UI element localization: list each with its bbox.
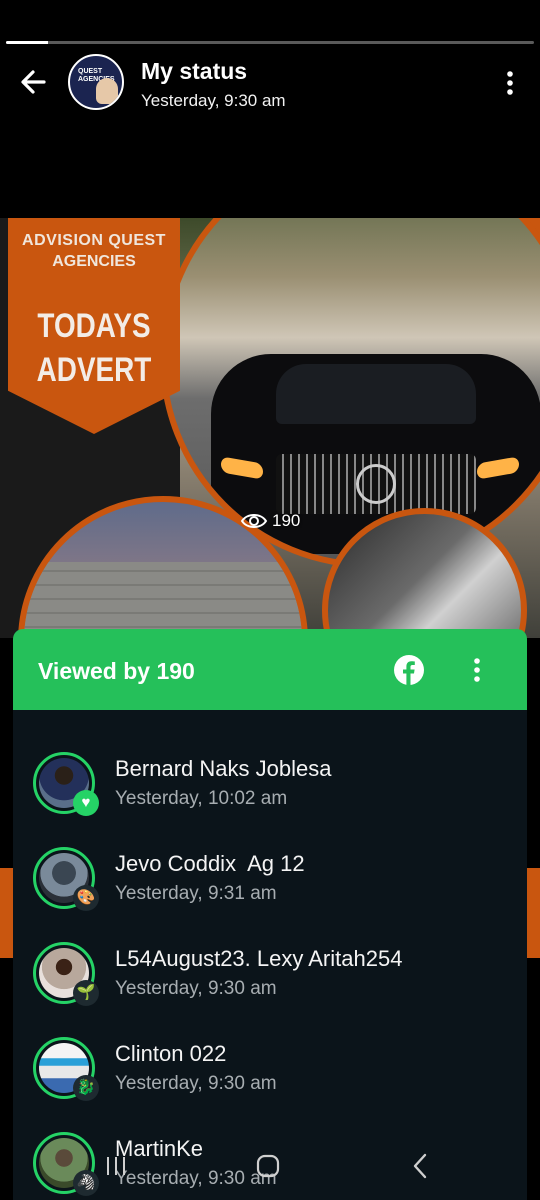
more-vertical-icon[interactable] (469, 655, 485, 685)
viewer-item[interactable]: 🎨 Jevo Coddix Ag 12 Yesterday, 9:31 am (13, 835, 527, 925)
viewer-time: Yesterday, 9:31 am (115, 883, 277, 904)
avatar-person (96, 78, 118, 104)
status-progress-bar (6, 41, 534, 44)
viewers-list[interactable]: ♥ Bernard Naks Joblesa Yesterday, 10:02 … (13, 710, 527, 1200)
viewed-by-title: Viewed by 190 (38, 658, 195, 684)
banner-company-line2: AGENCIES (52, 253, 136, 270)
advert-banner: ADVISION QUEST AGENCIES TODAYS ADVERT (8, 218, 180, 434)
arrow-left-icon[interactable] (14, 62, 54, 102)
viewer-time: Yesterday, 10:02 am (115, 788, 288, 809)
home-icon[interactable] (256, 1154, 280, 1178)
views-overlay[interactable]: 190 (240, 510, 300, 532)
status-timestamp: Yesterday, 9:30 am (141, 91, 286, 110)
viewed-by-header[interactable]: Viewed by 190 (13, 629, 527, 710)
car-logo (356, 464, 396, 504)
seedling-icon: 🌱 (73, 980, 99, 1006)
nav-back-icon[interactable] (410, 1152, 430, 1180)
page-title: My status (141, 58, 248, 84)
orange-side-accent-right (526, 868, 540, 958)
recent-apps-icon[interactable] (104, 1154, 128, 1178)
building-wall (24, 562, 302, 638)
viewer-time: Yesterday, 9:30 am (115, 978, 277, 999)
status-progress-fill (6, 41, 49, 44)
viewer-name: Clinton 022 (115, 1041, 227, 1066)
palette-icon: 🎨 (73, 885, 99, 911)
heart-icon: ♥ (73, 790, 99, 816)
dragon-icon: 🐉 (73, 1075, 99, 1101)
banner-company-line1: ADVISION QUEST (22, 232, 166, 249)
more-vertical-icon[interactable] (500, 68, 520, 98)
views-count: 190 (272, 511, 301, 530)
viewer-time: Yesterday, 9:30 am (115, 1073, 277, 1094)
banner-title-line1: TODAYS (37, 307, 151, 345)
status-header: QUEST AGENCIES My status Yesterday, 9:30 … (0, 48, 540, 120)
viewer-name: L54August23. Lexy Aritah254 (115, 946, 403, 971)
viewer-item[interactable]: 🌱 L54August23. Lexy Aritah254 Yesterday,… (13, 930, 527, 1020)
viewer-name: Jevo Coddix Ag 12 (115, 851, 305, 876)
viewer-name: Bernard Naks Joblesa (115, 756, 332, 781)
facebook-icon[interactable] (393, 654, 425, 686)
banner-title-line2: ADVERT (36, 351, 152, 389)
system-navigation-bar (0, 1130, 540, 1200)
viewer-item[interactable]: ♥ Bernard Naks Joblesa Yesterday, 10:02 … (13, 740, 527, 830)
status-image[interactable]: ADVISION QUEST AGENCIES TODAYS ADVERT 19… (0, 218, 540, 638)
orange-side-accent-left (0, 868, 14, 958)
business-logo-avatar[interactable]: QUEST AGENCIES (68, 54, 124, 110)
car-windshield (276, 364, 476, 424)
eye-icon (240, 514, 268, 528)
viewer-item[interactable]: 🐉 Clinton 022 Yesterday, 9:30 am (13, 1025, 527, 1115)
